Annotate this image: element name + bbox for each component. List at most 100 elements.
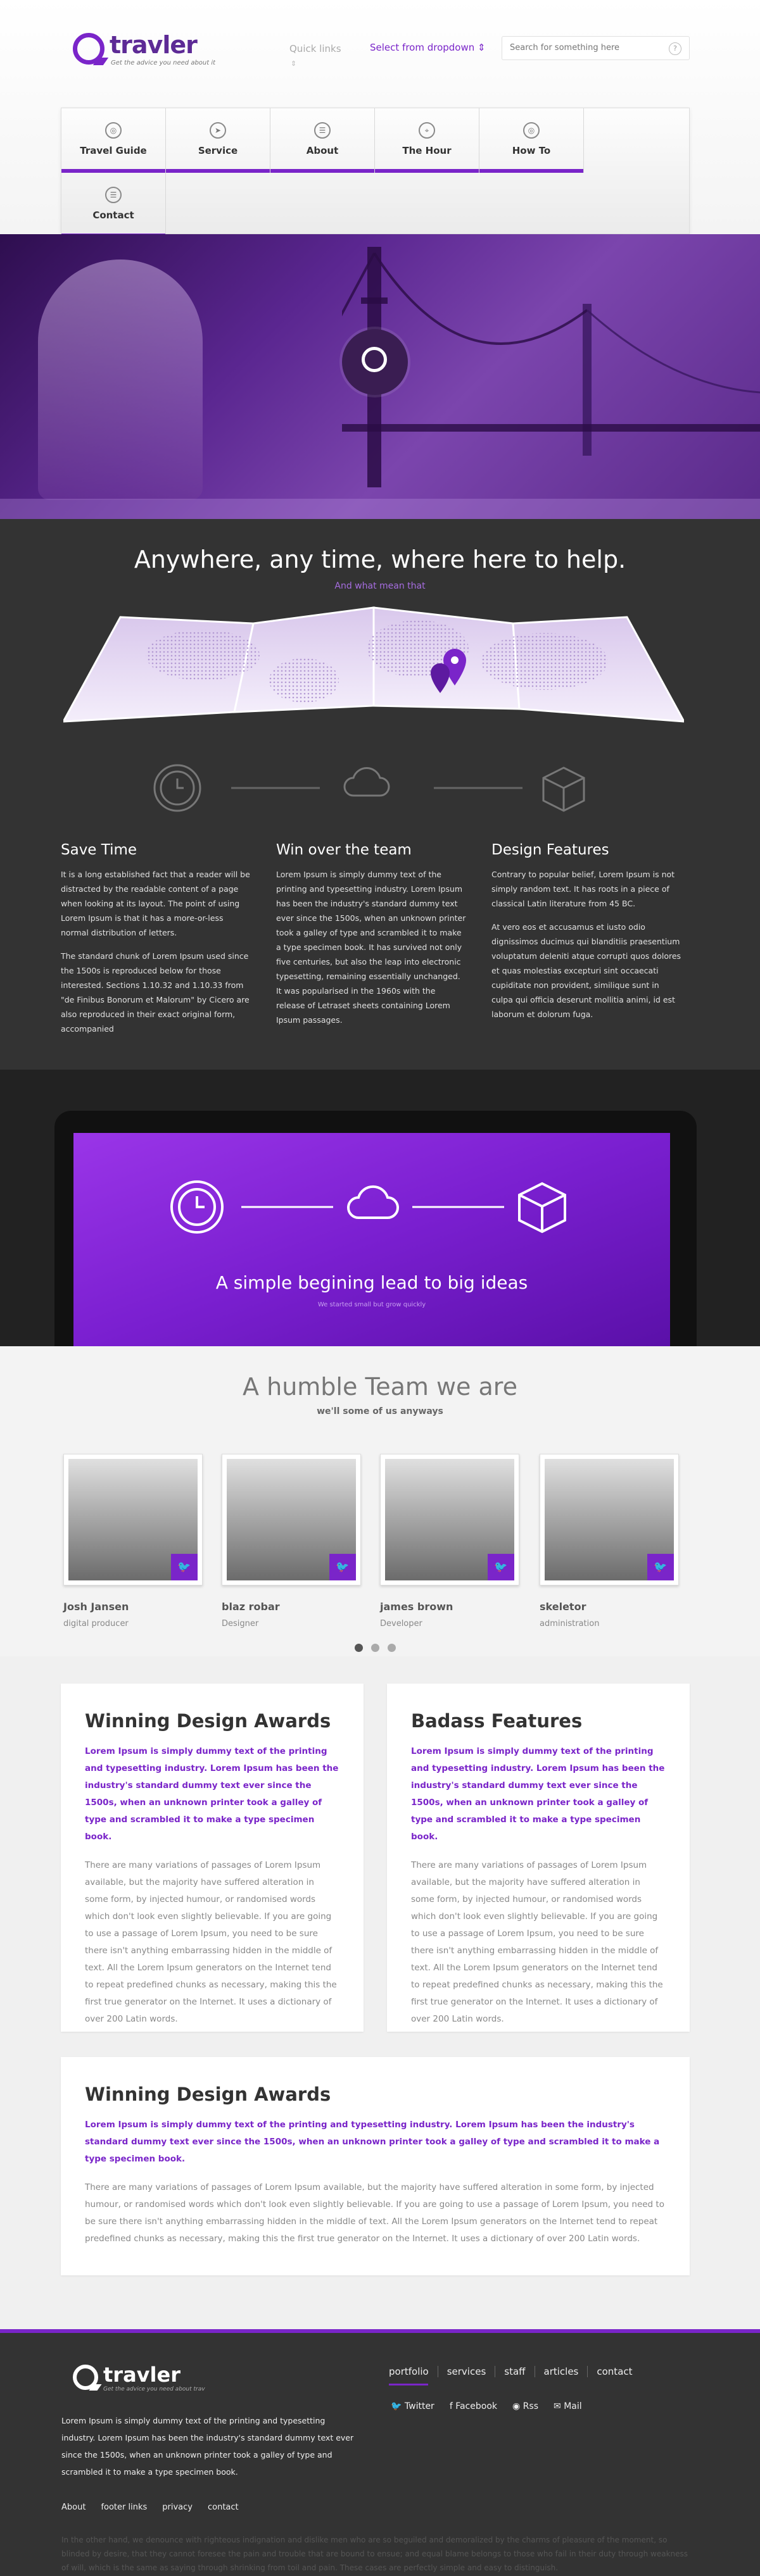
nav-item-service[interactable]: ➤ Service (166, 108, 270, 173)
social-label: Twitter (404, 2401, 434, 2411)
footer-link-privacy[interactable]: privacy (162, 2503, 193, 2512)
twitter-icon[interactable]: 🐦 (647, 1554, 674, 1580)
bridge-illustration (342, 247, 760, 487)
member-name: blaz robar (222, 1601, 280, 1613)
hero-bottom-band (0, 499, 760, 519)
awards-wide-box: Winning Design Awards Lorem Ipsum is sim… (61, 2057, 690, 2275)
footer-menu-services[interactable]: services (437, 2366, 495, 2377)
member-role: digital producer (63, 1619, 129, 1629)
carousel-dot[interactable] (388, 1644, 396, 1652)
member-photo: 🐦 (63, 1454, 203, 1585)
feature-text: At vero eos et accusamus et iusto odio d… (491, 922, 681, 1019)
member-name: james brown (380, 1601, 453, 1613)
footer-menu-active-bar (389, 2384, 428, 2385)
nav-label: The Hour (402, 145, 452, 156)
feature-text: Lorem Ipsum is simply dummy text of the … (276, 870, 466, 1025)
social-rss[interactable]: ◉ Rss (512, 2401, 538, 2411)
select-dropdown[interactable]: Select from dropdown ⇕ (370, 42, 486, 53)
nav-underline (479, 169, 583, 173)
team-member: 🐦 Josh Jansen digital producer (63, 1454, 203, 1629)
quick-links[interactable]: Quick links (289, 43, 341, 54)
carousel-dot[interactable] (371, 1644, 379, 1652)
footer-menu: portfolio services staff articles contac… (389, 2366, 642, 2377)
member-role: administration (540, 1619, 600, 1629)
social-links: 🐦 Twitter f Facebook ◉ Rss ✉ Mail (391, 2401, 582, 2411)
search-box[interactable]: ? (502, 36, 690, 60)
speech-bubble-icon (73, 2365, 98, 2390)
globe-icon: ◎ (523, 122, 540, 139)
footer-menu-staff[interactable]: staff (495, 2366, 534, 2377)
nav-item-contact[interactable]: ☰ Contact (61, 173, 166, 237)
feature-title: Win over the team (276, 842, 412, 858)
footer-link-footer-links[interactable]: footer links (101, 2503, 147, 2512)
social-mail[interactable]: ✉ Mail (554, 2401, 582, 2411)
feature-text: Contrary to popular belief, Lorem Ipsum … (491, 870, 675, 908)
box-title: Badass Features (411, 1710, 583, 1732)
brand-name: travler (110, 31, 198, 59)
feature-title: Design Features (491, 842, 609, 858)
carousel-dots (355, 1644, 396, 1652)
search-icon[interactable]: ? (669, 42, 681, 55)
site-footer: travler Get the advice you need about tr… (0, 2329, 760, 2576)
intro-section: Anywhere, any time, where here to help. … (0, 519, 760, 1070)
member-photo: 🐦 (222, 1454, 361, 1585)
nav-item-travel-guide[interactable]: ◎ Travel Guide (61, 108, 166, 173)
feature-text: The standard chunk of Lorem Ipsum used s… (61, 951, 250, 1034)
social-facebook[interactable]: f Facebook (450, 2401, 497, 2411)
team-member: 🐦 skeletor administration (540, 1454, 679, 1629)
nav-underline (375, 169, 479, 173)
search-input[interactable] (510, 43, 662, 53)
footer-link-contact[interactable]: contact (208, 2503, 239, 2512)
nav-label: Service (198, 145, 238, 156)
box-lead: Lorem Ipsum is simply dummy text of the … (85, 2120, 660, 2164)
document-icon: ☰ (105, 187, 122, 203)
footer-menu-articles[interactable]: articles (534, 2366, 588, 2377)
footer-description: Lorem Ipsum is simply dummy text of the … (61, 2416, 354, 2477)
nav-underline (166, 169, 270, 173)
footer-link-about[interactable]: About (61, 2503, 86, 2512)
nav-item-how-to[interactable]: ◎ How To (479, 108, 584, 173)
member-photo: 🐦 (380, 1454, 519, 1585)
dropdown-caret-icon: ⇕ (478, 42, 486, 53)
box-title: Winning Design Awards (85, 1710, 331, 1732)
folded-world-map (63, 606, 684, 723)
feature-win-over-team: Win over the team Lorem Ipsum is simply … (276, 842, 466, 1036)
carousel-dot[interactable] (355, 1644, 363, 1652)
box-body: There are many variations of passages of… (85, 2182, 664, 2244)
footer-menu-contact[interactable]: contact (587, 2366, 641, 2377)
feature-save-time: Save Time It is a long established fact … (61, 842, 251, 1045)
paper-plane-icon: ➤ (210, 122, 226, 139)
site-logo[interactable]: travler Get the advice you need about it (73, 33, 215, 66)
brand-tagline: Get the advice you need about it (111, 59, 216, 66)
nav-item-the-hour[interactable]: ⌖ The Hour (375, 108, 479, 173)
laptop-subtitle: We started small but grow quickly (317, 1301, 426, 1308)
twitter-icon[interactable]: 🐦 (171, 1554, 198, 1580)
main-navigation: ◎ Travel Guide ➤ Service ☰ About ⌖ The H… (61, 108, 690, 237)
social-twitter[interactable]: 🐦 Twitter (391, 2401, 434, 2411)
nav-underline (270, 169, 374, 173)
nav-item-about[interactable]: ☰ About (270, 108, 375, 173)
team-section: A humble Team we are we'll some of us an… (0, 1346, 760, 1656)
speech-bubble-icon (362, 347, 387, 372)
member-name: Josh Jansen (63, 1601, 129, 1613)
intro-title: Anywhere, any time, where here to help. (134, 546, 626, 573)
laptop-showcase: A simple begining lead to big ideas We s… (0, 1070, 760, 1346)
laptop-title: A simple begining lead to big ideas (215, 1272, 528, 1293)
nav-label: Contact (92, 209, 134, 221)
twitter-icon[interactable]: 🐦 (488, 1554, 514, 1580)
logo-badge (342, 329, 408, 395)
process-icons (153, 764, 585, 812)
box-body: There are many variations of passages of… (411, 1860, 663, 2024)
member-role: Designer (222, 1619, 259, 1629)
footer-menu-portfolio[interactable]: portfolio (389, 2366, 438, 2377)
member-name: skeletor (540, 1601, 586, 1613)
box-lead: Lorem Ipsum is simply dummy text of the … (85, 1746, 339, 1842)
feature-title: Save Time (61, 842, 137, 858)
footer-logo[interactable]: travler Get the advice you need about tr… (73, 2365, 205, 2392)
nav-label: Travel Guide (80, 145, 147, 156)
nav-label: How To (512, 145, 551, 156)
team-subtitle: we'll some of us anyways (317, 1406, 443, 1416)
mail-icon: ✉ (554, 2401, 561, 2411)
intro-subtitle: And what mean that (334, 581, 426, 591)
twitter-icon[interactable]: 🐦 (329, 1554, 356, 1580)
